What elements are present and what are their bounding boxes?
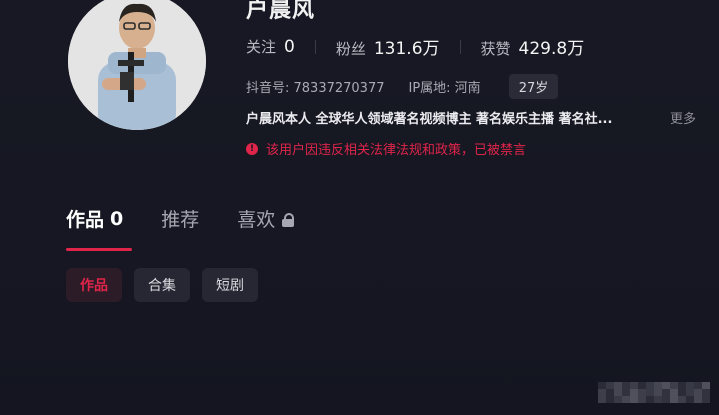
- content-tabs: 作品 0 推荐 喜欢: [66, 205, 333, 232]
- watermark-cell: [630, 382, 638, 389]
- profile-stats: 关注 0 粉丝 131.6万 获赞 429.8万: [246, 34, 584, 59]
- watermark-cell: [638, 382, 646, 389]
- watermark-cell: [670, 382, 678, 389]
- watermark-cell: [614, 382, 622, 389]
- stat-followers-label: 粉丝: [335, 40, 366, 58]
- stat-likes-value: 429.8万: [518, 39, 585, 59]
- watermark-cell: [662, 396, 670, 403]
- profile-bio: 户晨风本人 全球华人领域著名视频博主 著名娱乐主播 著名社...: [246, 112, 613, 127]
- watermark-cell: [686, 396, 694, 403]
- stat-divider: [459, 39, 461, 54]
- douyin-id[interactable]: 抖音号: 78337270377: [246, 77, 385, 96]
- active-tab-indicator: [66, 248, 132, 251]
- stat-likes-label: 获赞: [480, 40, 511, 58]
- watermark-cell: [598, 389, 606, 396]
- avatar[interactable]: [68, 0, 206, 130]
- watermark-cell: [646, 396, 654, 403]
- watermark-cell: [678, 389, 686, 396]
- watermark-cell: [598, 396, 606, 403]
- watermark-cell: [606, 396, 614, 403]
- stat-followers[interactable]: 粉丝 131.6万: [336, 34, 440, 59]
- watermark-cell: [678, 382, 686, 389]
- ban-notice-text: 该用户因违反相关法律法规和政策，已被禁言: [266, 143, 527, 158]
- watermark-cell: [630, 389, 638, 396]
- watermark-cell: [606, 382, 614, 389]
- watermark-cell: [686, 389, 694, 396]
- chip-short-dramas[interactable]: 短剧: [202, 268, 258, 302]
- stat-likes[interactable]: 获赞 429.8万: [481, 34, 585, 59]
- tab-works-count: 0: [110, 207, 124, 230]
- lock-icon: [281, 212, 295, 227]
- watermark-cell: [646, 382, 654, 389]
- watermark-cell: [694, 396, 702, 403]
- watermark-cell: [630, 396, 638, 403]
- watermark-cell: [646, 389, 654, 396]
- watermark-cell: [678, 396, 686, 403]
- watermark-cell: [654, 396, 662, 403]
- watermark-cell: [702, 396, 710, 403]
- ban-notice: ! 该用户因违反相关法律法规和政策，已被禁言: [246, 139, 526, 158]
- watermark-cell: [654, 382, 662, 389]
- watermark-cell: [662, 389, 670, 396]
- filter-chips: 作品 合集 短剧: [66, 268, 258, 302]
- stat-following-label: 关注: [246, 38, 277, 56]
- warning-icon: !: [246, 142, 258, 155]
- watermark-cell: [654, 389, 662, 396]
- watermark-cell: [670, 389, 678, 396]
- watermark-cell: [670, 396, 678, 403]
- watermark-cell: [598, 382, 606, 389]
- tab-likes[interactable]: 喜欢: [237, 205, 295, 232]
- chip-works[interactable]: 作品: [66, 268, 122, 302]
- profile-meta: 抖音号: 78337270377 IP属地: 河南 27岁: [246, 74, 559, 99]
- watermark-cell: [686, 382, 694, 389]
- watermark-cell: [694, 382, 702, 389]
- bio-more-link[interactable]: 更多: [670, 108, 696, 127]
- stat-following[interactable]: 关注 0: [246, 36, 295, 57]
- tab-recommended[interactable]: 推荐: [161, 205, 199, 232]
- watermark-cell: [702, 389, 710, 396]
- watermark-cell: [638, 396, 646, 403]
- stat-following-value: 0: [284, 37, 295, 57]
- stat-divider: [314, 39, 316, 54]
- watermark-cell: [606, 389, 614, 396]
- watermark-cell: [622, 382, 630, 389]
- watermark: [598, 382, 710, 404]
- watermark-cell: [662, 382, 670, 389]
- ip-location: IP属地: 河南: [408, 81, 481, 96]
- watermark-cell: [614, 389, 622, 396]
- watermark-cell: [622, 389, 630, 396]
- chip-collections[interactable]: 合集: [134, 268, 190, 302]
- stat-followers-value: 131.6万: [373, 39, 440, 59]
- avatar-photo: [68, 0, 206, 130]
- watermark-cell: [614, 396, 622, 403]
- tab-works[interactable]: 作品 0: [66, 205, 123, 232]
- tab-works-label: 作品: [66, 209, 105, 231]
- watermark-cell: [622, 396, 630, 403]
- age-badge: 27岁: [508, 74, 559, 99]
- tab-recommended-label: 推荐: [161, 209, 200, 231]
- watermark-cell: [702, 382, 710, 389]
- tab-likes-label: 喜欢: [237, 209, 276, 231]
- profile-name: 户晨风: [246, 0, 316, 23]
- watermark-cell: [638, 389, 646, 396]
- watermark-cell: [694, 389, 702, 396]
